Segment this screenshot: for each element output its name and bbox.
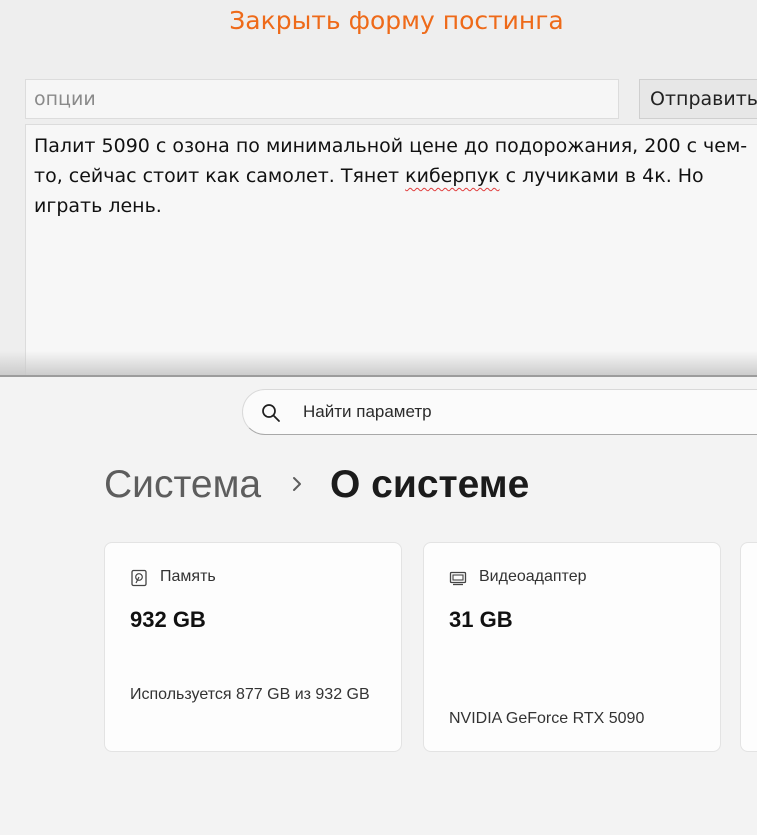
search-icon — [262, 404, 280, 422]
storage-icon — [131, 569, 147, 587]
gpu-label: Видеоадаптер — [479, 568, 587, 585]
memory-card[interactable]: Память 932 GB Используется 877 GB из 932… — [104, 542, 402, 752]
search-placeholder: Найти параметр — [303, 402, 432, 421]
chevron-right-icon — [293, 477, 301, 491]
display-adapter-icon — [449, 571, 467, 586]
page-title: О системе — [330, 463, 530, 506]
next-card-partial[interactable] — [740, 542, 757, 752]
settings-search-box[interactable]: Найти параметр — [242, 389, 757, 435]
misspelled-word[interactable]: киберпук — [405, 165, 499, 187]
message-textarea[interactable]: Палит 5090 с озона по минимальной цене д… — [25, 124, 757, 375]
memory-usage-text: Используется 877 GB из 932 GB — [130, 686, 370, 703]
memory-value: 932 GB — [130, 607, 206, 632]
breadcrumb-system[interactable]: Система — [104, 463, 261, 507]
options-input[interactable] — [25, 79, 619, 119]
close-posting-form-link[interactable]: Закрыть форму постинга — [0, 6, 757, 35]
settings-window: Найти параметр Система О системе Память … — [0, 377, 757, 835]
posting-form: Закрыть форму постинга Отправить Палит 5… — [0, 0, 757, 375]
window-shadow — [0, 351, 757, 375]
memory-label: Память — [160, 568, 216, 585]
gpu-card[interactable]: Видеоадаптер 31 GB NVIDIA GeForce RTX 50… — [423, 542, 721, 752]
submit-button[interactable]: Отправить — [639, 79, 757, 119]
gpu-name-text: NVIDIA GeForce RTX 5090 — [449, 710, 645, 727]
gpu-memory-value: 31 GB — [449, 607, 513, 632]
